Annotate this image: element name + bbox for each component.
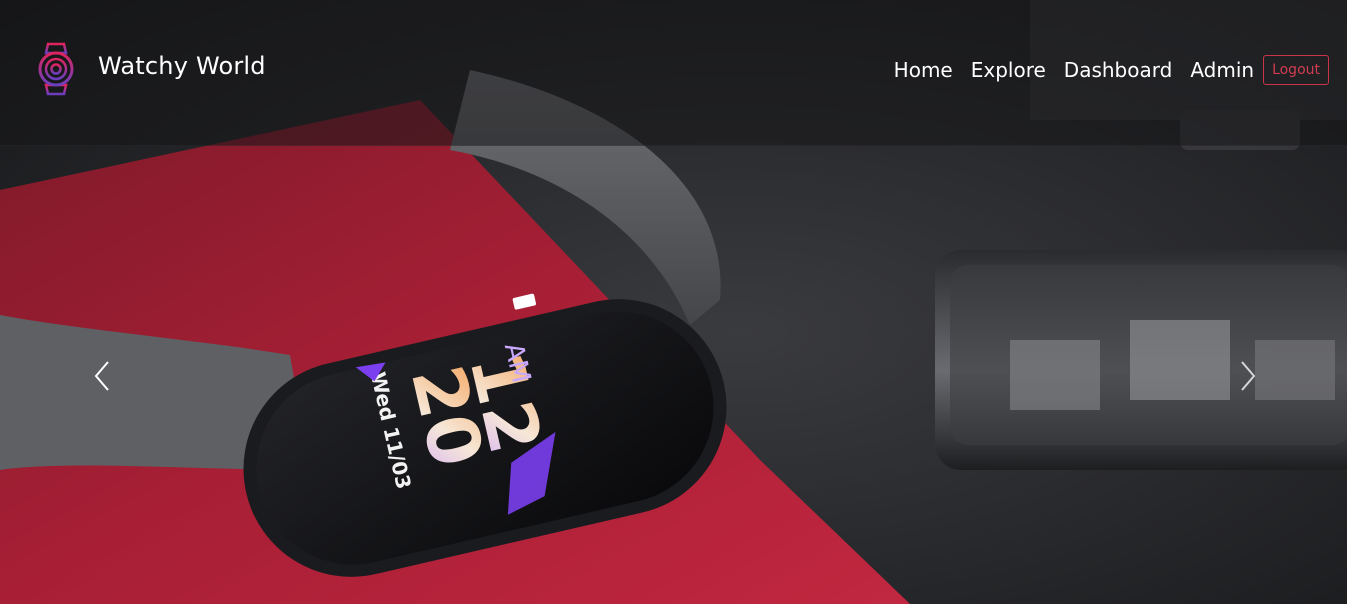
chevron-left-icon — [94, 361, 109, 391]
nav-link-explore[interactable]: Explore — [971, 58, 1046, 82]
navbar: Watchy World Home Explore Dashboard Admi… — [0, 0, 1347, 146]
carousel-prev-button[interactable] — [72, 348, 132, 404]
main-nav: Home Explore Dashboard Admin Logout — [894, 55, 1329, 85]
brand[interactable]: Watchy World — [36, 42, 266, 96]
nav-link-dashboard[interactable]: Dashboard — [1064, 58, 1173, 82]
nav-link-home[interactable]: Home — [894, 58, 953, 82]
carousel-next-button[interactable] — [1218, 348, 1278, 404]
chevron-right-icon — [1241, 361, 1256, 391]
hero-carousel: 12 20 Wed 11/03 AM Watchy World Home Exp… — [0, 0, 1347, 604]
logout-button[interactable]: Logout — [1263, 55, 1329, 85]
nav-link-admin[interactable]: Admin — [1190, 58, 1254, 82]
brand-name: Watchy World — [98, 52, 266, 80]
smartwatch-logo-icon — [38, 42, 74, 96]
